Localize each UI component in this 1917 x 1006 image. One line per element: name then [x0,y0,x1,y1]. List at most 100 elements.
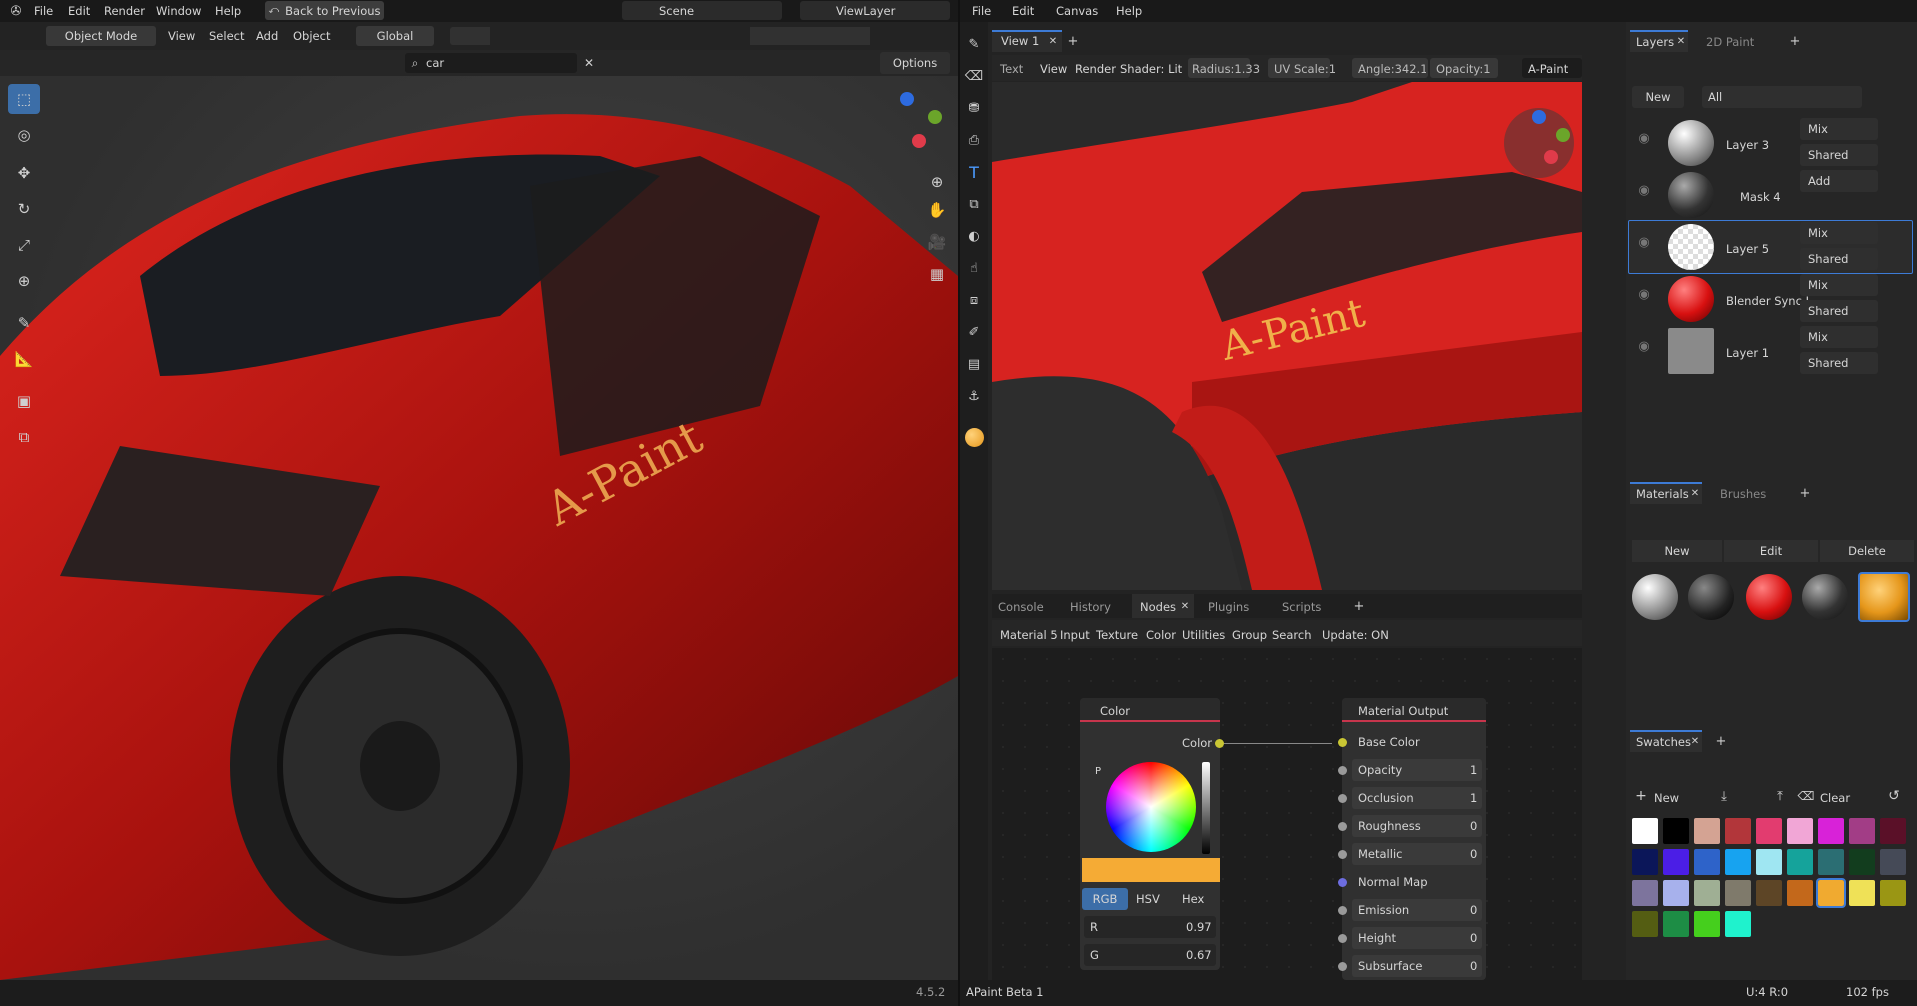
add-cube-icon[interactable]: ▣ [8,386,40,416]
color-swatch[interactable] [1787,849,1813,875]
visibility-eye-icon[interactable]: ◉ [1634,284,1654,304]
color-node[interactable]: Color Color P RGB HSV Hex R 0.97 G 0.67 [1080,698,1220,970]
color-swatch[interactable] [1694,849,1720,875]
node-menu-material[interactable]: Material 5 [1000,628,1058,642]
options-dropdown[interactable]: Options [880,52,950,74]
input-socket[interactable] [1338,934,1347,943]
close-swatches-tab-icon[interactable]: ✕ [1688,732,1702,750]
apaint-menu-file[interactable]: File [972,4,991,18]
color-swatch[interactable] [1632,911,1658,937]
rgb-mode-button[interactable]: RGB [1082,888,1128,910]
new-swatch-button[interactable]: New [1654,791,1679,805]
close-view-tab-icon[interactable]: ✕ [1046,32,1060,50]
color-swatch[interactable] [1756,880,1782,906]
input-socket[interactable] [1338,850,1347,859]
gizmo-z-icon[interactable] [900,92,914,106]
color-swatch[interactable] [1756,849,1782,875]
color-swatch[interactable] [1663,818,1689,844]
apaint-menu-help[interactable]: Help [1116,4,1142,18]
color-swatch[interactable] [1849,880,1875,906]
add-layer-tab-icon[interactable]: + [1786,32,1804,50]
color-swatch[interactable] [1694,911,1720,937]
layer-thumbnail[interactable] [1668,120,1714,166]
header-toolbar-icons[interactable] [450,27,940,45]
toolbar-render[interactable]: Render [1075,62,1116,76]
input-socket[interactable] [1338,962,1347,971]
scene-selector[interactable] [622,1,782,20]
hex-mode-button[interactable]: Hex [1182,892,1204,906]
node-menu-group[interactable]: Group [1232,628,1267,642]
node-menu-update[interactable]: Update: ON [1322,628,1389,642]
clear-search-icon[interactable]: ✕ [580,53,598,73]
paint2d-tab[interactable]: 2D Paint [1706,35,1754,49]
node-menu-utilities[interactable]: Utilities [1182,628,1225,642]
input-socket[interactable] [1338,766,1347,775]
color-swatch[interactable] [1880,880,1906,906]
color-output-socket[interactable] [1215,739,1224,748]
annotate-icon[interactable]: ✎ [8,308,40,338]
header-object[interactable]: Object [293,29,330,43]
new-material-button[interactable]: New [1632,540,1722,562]
input-socket[interactable] [1338,878,1347,887]
color-swatch[interactable] [1632,880,1658,906]
node-menu-input[interactable]: Input [1060,628,1090,642]
add-swatch-icon[interactable]: + [1632,786,1650,806]
grid-icon[interactable]: ▦ [924,262,950,286]
header-add[interactable]: Add [256,29,278,43]
3d-viewport[interactable]: A-Paint [0,76,958,980]
tab-plugins[interactable]: Plugins [1208,600,1249,614]
input-socket[interactable] [1338,738,1347,747]
measure-icon[interactable]: 📐 [8,344,40,374]
transform-orientation-dropdown[interactable]: Global [356,26,434,46]
blender-logo-icon[interactable]: ✇ [6,2,26,20]
node-menu-search[interactable]: Search [1272,628,1312,642]
material-thumb-orange[interactable] [1858,572,1910,622]
toolbar-shader[interactable]: Shader: Lit [1120,62,1182,76]
color-swatch[interactable] [1632,849,1658,875]
color-swatch[interactable] [1725,911,1751,937]
color-swatch[interactable] [1818,849,1844,875]
edit-material-button[interactable]: Edit [1724,540,1818,562]
tab-scripts[interactable]: Scripts [1282,600,1321,614]
layer-thumbnail[interactable] [1668,328,1714,374]
reset-swatches-icon[interactable]: ↺ [1882,786,1906,806]
add-bottom-tab-icon[interactable]: + [1350,597,1368,615]
new-layer-button[interactable]: New [1632,86,1684,108]
clone-icon[interactable]: ⧉ [962,192,986,216]
move-icon[interactable]: ✥ [8,158,40,188]
menu-edit[interactable]: Edit [68,4,90,18]
pan-hand-icon[interactable]: ✋ [924,198,950,222]
color-swatch[interactable] [1787,818,1813,844]
tab-history[interactable]: History [1070,600,1111,614]
menu-help[interactable]: Help [215,4,241,18]
paint-gizmo-z-icon[interactable] [1532,110,1546,124]
apaint-menu-canvas[interactable]: Canvas [1056,4,1098,18]
blur-icon[interactable]: ◐ [962,224,986,248]
material-thumb-red[interactable] [1746,574,1792,620]
layer-filter-dropdown[interactable] [1702,86,1862,108]
add-material-tab-icon[interactable]: + [1796,484,1814,502]
scale-icon[interactable]: ⤢ [8,230,40,260]
add-view-tab-icon[interactable]: + [1064,32,1082,50]
color-swatch[interactable] [1632,818,1658,844]
mode-dropdown[interactable]: Object Mode [46,26,156,46]
material-thumb-carbon[interactable] [1802,574,1848,620]
camera-icon[interactable]: 🎥 [924,230,950,254]
color-swatch[interactable] [1663,880,1689,906]
node-menu-color[interactable]: Color [1146,628,1176,642]
layer-thumbnail[interactable] [1668,224,1714,270]
color-swatch[interactable] [1880,849,1906,875]
material-thumb-chrome[interactable] [1632,574,1678,620]
export-swatches-icon[interactable]: ⤒ [1768,786,1792,806]
node-menu-texture[interactable]: Texture [1096,628,1138,642]
navigation-gizmo[interactable] [870,88,950,168]
transform-icon[interactable]: ⊕ [8,266,40,296]
input-socket[interactable] [1338,822,1347,831]
clear-swatches-icon[interactable]: ⌫ [1796,786,1816,806]
color-swatch[interactable] [1725,880,1751,906]
back-to-previous-button[interactable]: ⤺ Back to Previous [265,1,384,20]
color-swatch[interactable] [1816,878,1846,908]
gizmo-y-icon[interactable] [928,110,942,124]
transform-tool-icon[interactable]: ⧈ [962,288,986,312]
cursor-icon[interactable]: ◎ [8,120,40,150]
